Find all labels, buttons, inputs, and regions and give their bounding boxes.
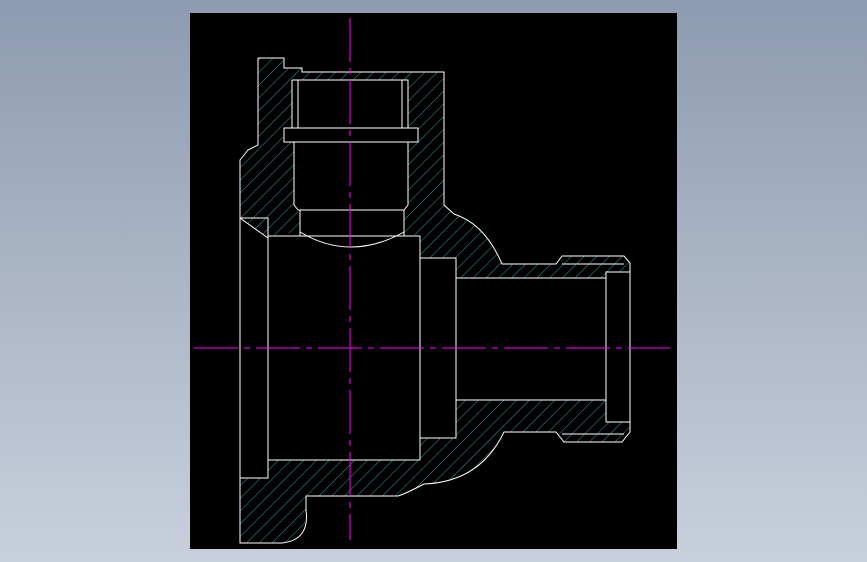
cad-viewport[interactable] [190, 13, 677, 549]
hatched-section [240, 58, 630, 543]
section-drawing [194, 18, 670, 544]
